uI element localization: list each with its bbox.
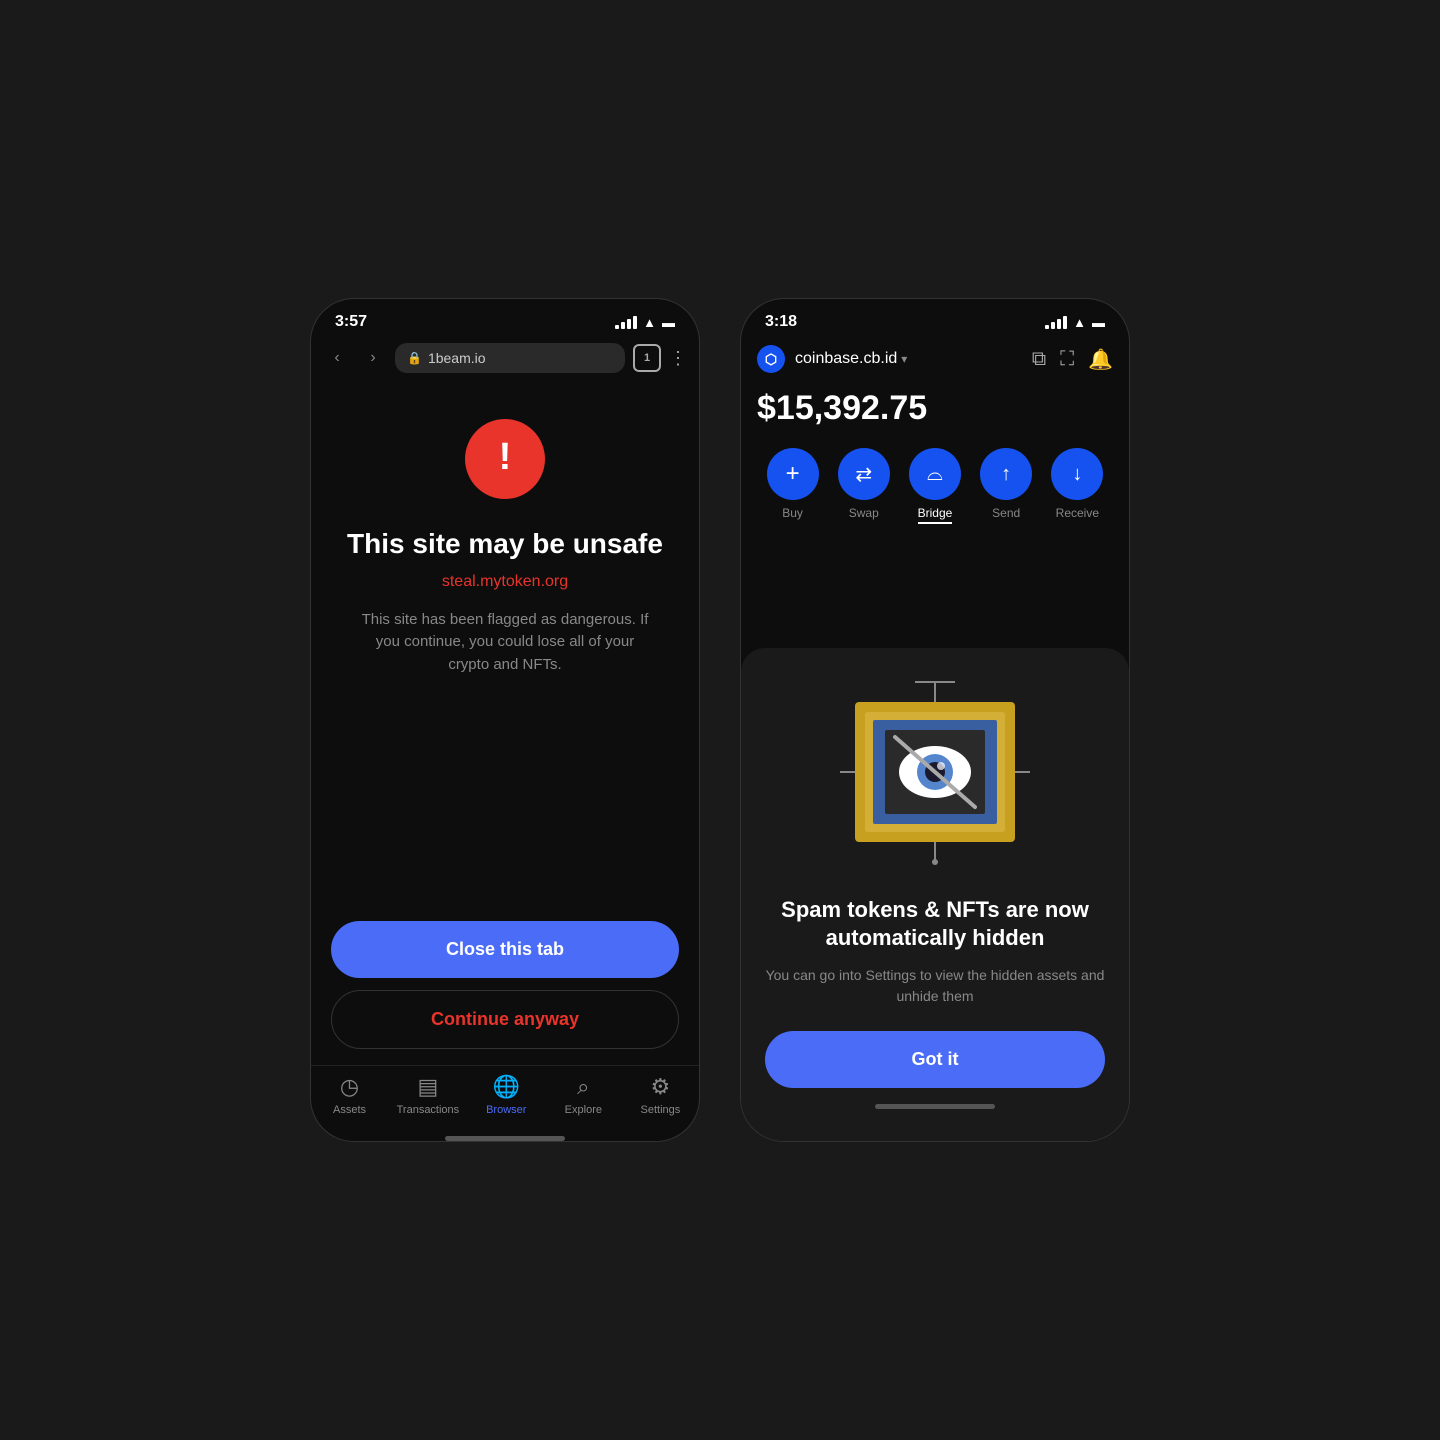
explore-label: Explore — [565, 1104, 602, 1116]
transactions-icon: ▤ — [417, 1074, 438, 1100]
battery-icon: ▬ — [662, 315, 675, 330]
bridge-action[interactable]: ⌓ Bridge — [909, 448, 961, 524]
coinbase-header: ⬡ coinbase.cb.id ▾ ⧉ ⛶ 🔔 — [741, 337, 1129, 381]
wifi-icon: ▲ — [643, 315, 656, 330]
nav-settings[interactable]: ⚙ Settings — [630, 1074, 690, 1116]
coinbase-status-icons: ▲ ▬ — [1045, 315, 1105, 330]
balance-section: $15,392.75 — [741, 381, 1129, 440]
assets-label: Assets — [333, 1104, 366, 1116]
warning-description: This site has been flagged as dangerous.… — [355, 609, 655, 677]
nav-transactions[interactable]: ▤ Transactions — [397, 1074, 460, 1116]
receive-label: Receive — [1056, 506, 1099, 520]
copy-icon[interactable]: ⧉ — [1032, 348, 1046, 371]
coinbase-logo: ⬡ — [757, 345, 785, 373]
coinbase-wifi-icon: ▲ — [1073, 315, 1086, 330]
action-buttons: Close this tab Continue anyway — [311, 921, 699, 1065]
coinbase-site-name: coinbase.cb.id — [795, 350, 897, 368]
signal-icon — [615, 316, 637, 329]
swap-action[interactable]: ⇄ Swap — [838, 448, 890, 524]
buy-label: Buy — [782, 506, 803, 520]
coinbase-battery-icon: ▬ — [1092, 315, 1105, 330]
coinbase-status-bar: 3:18 ▲ ▬ — [741, 299, 1129, 337]
bridge-label: Bridge — [918, 506, 953, 524]
lock-icon: 🔒 — [407, 351, 422, 365]
header-actions: ⧉ ⛶ 🔔 — [1032, 347, 1113, 372]
receive-icon: ↓ — [1051, 448, 1103, 500]
warning-title: This site may be unsafe — [347, 527, 663, 561]
url-bar[interactable]: 🔒 1beam.io — [395, 343, 625, 373]
coinbase-url[interactable]: coinbase.cb.id ▾ — [795, 350, 907, 368]
home-indicator — [445, 1136, 565, 1141]
modal-description: You can go into Settings to view the hid… — [765, 965, 1105, 1007]
url-text: 1beam.io — [428, 350, 486, 366]
explore-icon: ⌕ — [577, 1074, 589, 1100]
eye-illustration — [835, 672, 1035, 872]
home-indicator — [875, 1104, 995, 1109]
tab-count[interactable]: 1 — [633, 344, 661, 372]
settings-icon: ⚙ — [651, 1074, 671, 1100]
chevron-down-icon: ▾ — [901, 352, 907, 366]
buy-action[interactable]: + Buy — [767, 448, 819, 524]
transactions-label: Transactions — [397, 1104, 460, 1116]
settings-label: Settings — [641, 1104, 681, 1116]
nav-explore[interactable]: ⌕ Explore — [553, 1074, 613, 1116]
coinbase-signal-icon — [1045, 316, 1067, 329]
swap-icon: ⇄ — [838, 448, 890, 500]
phone-warning: 3:57 ▲ ▬ ‹ › 🔒 1beam.io 1 ⋮ ! This site … — [310, 298, 700, 1142]
continue-anyway-button[interactable]: Continue anyway — [331, 990, 679, 1049]
send-icon: ↑ — [980, 448, 1032, 500]
phone-coinbase: 3:18 ▲ ▬ ⬡ coinbase.cb.id ▾ ⧉ ⛶ 🔔 $15,39… — [740, 298, 1130, 1142]
status-time: 3:57 — [335, 313, 367, 331]
bottom-navigation: ◷ Assets ▤ Transactions 🌐 Browser ⌕ Expl… — [311, 1065, 699, 1132]
exclamation-mark: ! — [499, 438, 512, 476]
buy-icon: + — [767, 448, 819, 500]
bell-icon[interactable]: 🔔 — [1088, 347, 1113, 372]
send-action[interactable]: ↑ Send — [980, 448, 1032, 524]
status-bar: 3:57 ▲ ▬ — [311, 299, 699, 337]
nav-assets[interactable]: ◷ Assets — [320, 1074, 380, 1116]
swap-label: Swap — [849, 506, 879, 520]
browser-label: Browser — [486, 1104, 526, 1116]
browser-toolbar: ‹ › 🔒 1beam.io 1 ⋮ — [311, 337, 699, 379]
warning-icon: ! — [465, 419, 545, 499]
bridge-icon: ⌓ — [909, 448, 961, 500]
status-icons: ▲ ▬ — [615, 315, 675, 330]
balance-amount: $15,392.75 — [757, 389, 1113, 428]
receive-action[interactable]: ↓ Receive — [1051, 448, 1103, 524]
assets-icon: ◷ — [340, 1074, 359, 1100]
crypto-actions: + Buy ⇄ Swap ⌓ Bridge ↑ Send ↓ Receive — [741, 440, 1129, 536]
modal-title: Spam tokens & NFTs are now automatically… — [765, 896, 1105, 953]
warning-url: steal.mytoken.org — [442, 573, 568, 591]
close-tab-button[interactable]: Close this tab — [331, 921, 679, 978]
more-button[interactable]: ⋮ — [669, 348, 687, 369]
coinbase-time: 3:18 — [765, 313, 797, 331]
warning-content: ! This site may be unsafe steal.mytoken.… — [311, 379, 699, 921]
browser-icon: 🌐 — [493, 1074, 520, 1100]
spam-hidden-modal: Spam tokens & NFTs are now automatically… — [741, 648, 1129, 1141]
nav-browser[interactable]: 🌐 Browser — [476, 1074, 536, 1116]
got-it-button[interactable]: Got it — [765, 1031, 1105, 1088]
send-label: Send — [992, 506, 1020, 520]
back-button[interactable]: ‹ — [323, 344, 351, 372]
forward-button[interactable]: › — [359, 344, 387, 372]
fullscreen-icon[interactable]: ⛶ — [1060, 348, 1074, 371]
